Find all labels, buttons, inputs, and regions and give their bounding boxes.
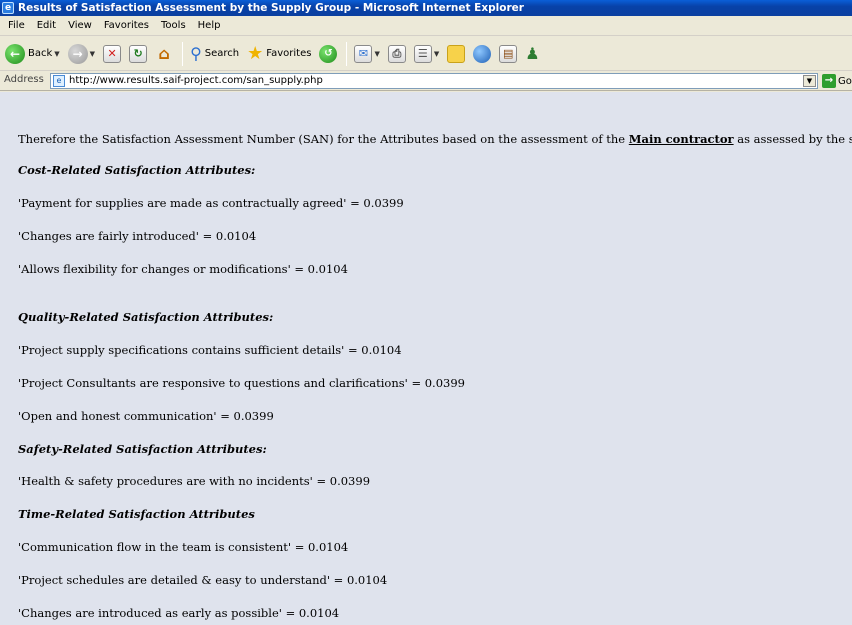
intro-prefix: Therefore the Satisfaction Assessment Nu… [18, 132, 629, 146]
books-icon: ▤ [499, 44, 518, 63]
home-button[interactable]: ⌂ [152, 40, 176, 68]
star-icon: ★ [247, 43, 264, 64]
edit-page-icon: ☰ [413, 44, 432, 63]
go-label: Go [838, 75, 852, 87]
menu-edit[interactable]: Edit [31, 16, 62, 36]
back-dropdown-icon[interactable]: ▼ [54, 50, 59, 58]
menu-help[interactable]: Help [192, 16, 227, 36]
discuss-button[interactable] [444, 40, 468, 68]
back-button[interactable]: ← Back ▼ [2, 40, 63, 68]
toolbar-separator [346, 41, 348, 66]
address-input[interactable]: e http://www.results.saif-project.com/sa… [50, 73, 818, 89]
quality-section-heading: Quality-Related Satisfaction Attributes: [18, 310, 274, 324]
safety-section-heading: Safety-Related Satisfaction Attributes: [18, 442, 267, 456]
favorites-label: Favorites [266, 48, 312, 59]
list-item: 'Project schedules are detailed & easy t… [18, 573, 388, 587]
list-item: 'Allows flexibility for changes or modif… [18, 262, 348, 276]
menu-favorites[interactable]: Favorites [98, 16, 155, 36]
refresh-button[interactable]: ↻ [126, 40, 150, 68]
menu-bar: File Edit View Favorites Tools Help [0, 16, 852, 36]
address-url[interactable]: http://www.results.saif-project.com/san_… [69, 75, 323, 86]
go-arrow-icon: → [822, 74, 836, 88]
address-label: Address [4, 74, 44, 85]
menu-view[interactable]: View [62, 16, 98, 36]
stop-button[interactable]: ✕ [100, 40, 124, 68]
window-title-bar: e Results of Satisfaction Assessment by … [0, 0, 852, 16]
history-button[interactable]: ↺ [316, 40, 340, 68]
home-icon: ⌂ [158, 44, 170, 63]
internet-explorer-icon: e [2, 2, 14, 14]
edit-button[interactable]: ☰ ▼ [411, 40, 442, 68]
address-dropdown-icon[interactable]: ▼ [803, 75, 816, 87]
forward-button[interactable]: → ▼ [65, 40, 98, 68]
list-item: 'Changes are fairly introduced' = 0.0104 [18, 229, 257, 243]
forward-arrow-icon: → [67, 43, 88, 64]
messenger-button[interactable] [470, 40, 494, 68]
go-button[interactable]: → Go [822, 74, 852, 88]
back-label: Back [28, 48, 53, 59]
list-item: 'Project Consultants are responsive to q… [18, 376, 465, 390]
standard-toolbar: ← Back ▼ → ▼ ✕ ↻ ⌂ ⚲ Search ★ Favorites … [0, 37, 852, 71]
globe-icon [473, 44, 492, 63]
forward-dropdown-icon[interactable]: ▼ [90, 50, 95, 58]
list-item: 'Health & safety procedures are with no … [18, 474, 371, 488]
mail-icon: ✉ [354, 44, 373, 63]
stop-icon: ✕ [103, 44, 122, 63]
search-button[interactable]: ⚲ Search [187, 40, 242, 68]
list-item: 'Payment for supplies are made as contra… [18, 196, 404, 210]
history-icon: ↺ [319, 44, 338, 63]
refresh-icon: ↻ [129, 44, 148, 63]
time-section-heading: Time-Related Satisfaction Attributes [18, 507, 255, 521]
list-item: 'Project supply specifications contains … [18, 343, 402, 357]
mail-dropdown-icon[interactable]: ▼ [374, 50, 379, 58]
contacts-button[interactable]: ♟ [522, 40, 542, 68]
edit-dropdown-icon[interactable]: ▼ [434, 50, 439, 58]
page-icon: e [53, 75, 65, 87]
menu-tools[interactable]: Tools [155, 16, 192, 36]
mail-button[interactable]: ✉ ▼ [351, 40, 382, 68]
list-item: 'Communication flow in the team is consi… [18, 540, 349, 554]
list-item: 'Open and honest communication' = 0.0399 [18, 409, 274, 423]
cost-section-heading: Cost-Related Satisfaction Attributes: [18, 163, 256, 177]
people-icon: ♟ [525, 44, 540, 63]
intro-suffix: as assessed by the supplier includes: [737, 132, 852, 146]
toolbar-separator [182, 41, 184, 66]
window-title: Results of Satisfaction Assessment by th… [18, 2, 524, 14]
menu-file[interactable]: File [2, 16, 31, 36]
favorites-button[interactable]: ★ Favorites [244, 40, 314, 68]
search-label: Search [204, 48, 240, 59]
research-button[interactable]: ▤ [496, 40, 520, 68]
intro-text: Therefore the Satisfaction Assessment Nu… [18, 132, 852, 146]
page-content: Therefore the Satisfaction Assessment Nu… [0, 92, 852, 625]
search-icon: ⚲ [190, 44, 202, 63]
main-contractor-emphasis: Main contractor [628, 132, 734, 146]
list-item: 'Changes are introduced as early as poss… [18, 606, 340, 620]
address-bar: Address e http://www.results.saif-projec… [0, 72, 852, 91]
back-arrow-icon: ← [5, 43, 25, 64]
printer-icon: ⎙ [387, 44, 406, 63]
print-button[interactable]: ⎙ [385, 40, 409, 68]
folder-icon [447, 44, 466, 63]
